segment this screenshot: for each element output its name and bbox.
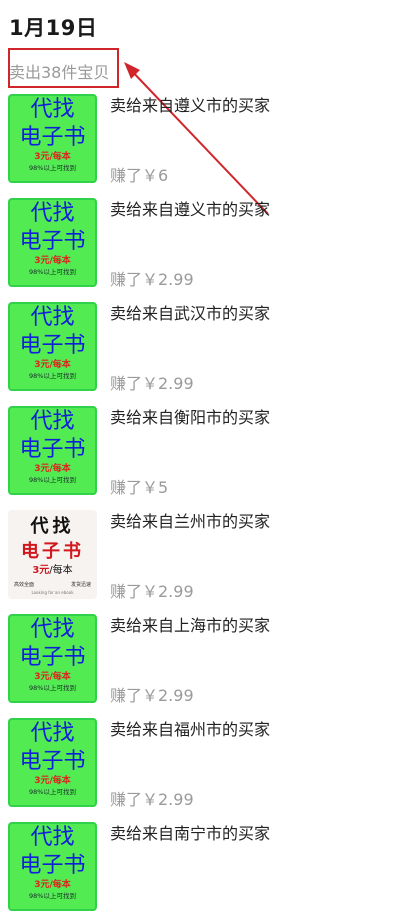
list-item[interactable]: 代找 电子书 3元/每本 98%以上可找到 卖给来自武汉市的买家 赚了￥2.99 <box>0 300 409 404</box>
product-thumbnail: 代找 电子书 3元/每本 98%以上可找到 <box>8 198 97 287</box>
list-item[interactable]: 代找 电子书 3元/每本 98%以上可找到 卖给来自上海市的买家 赚了￥2.99 <box>0 612 409 716</box>
list-item[interactable]: 代找 电子书 3元/每本 98%以上可找到 卖给来自衡阳市的买家 赚了￥5 <box>0 404 409 508</box>
earned-amount: 赚了￥5 <box>110 478 169 497</box>
buyer-location-title: 卖给来自遵义市的买家 <box>110 96 271 115</box>
buyer-location-title: 卖给来自南宁市的买家 <box>110 824 271 843</box>
earned-amount: 赚了￥6 <box>110 166 169 185</box>
sold-items-list: 代找 电子书 3元/每本 98%以上可找到 卖给来自遵义市的买家 赚了￥6 代找… <box>0 92 409 924</box>
list-item[interactable]: 代找 电子书 3元/每本 98%以上可找到 卖给来自福州市的买家 赚了￥2.99 <box>0 716 409 820</box>
list-item[interactable]: 代找 电子书 3元/每本 98%以上可找到 卖给来自南宁市的买家 <box>0 820 409 924</box>
date-header: 1月19日 <box>9 16 98 40</box>
product-thumbnail: 代找 电子书 3元/每本 98%以上可找到 <box>8 822 97 911</box>
list-item[interactable]: 代找 电子书 3元/每本 98%以上可找到 卖给来自遵义市的买家 赚了￥6 <box>0 92 409 196</box>
list-item[interactable]: 代找 电子书 3元/每本 高效全面 发货迅速 Looking for an ebo… <box>0 508 409 612</box>
buyer-location-title: 卖给来自福州市的买家 <box>110 720 271 739</box>
list-item[interactable]: 代找 电子书 3元/每本 98%以上可找到 卖给来自遵义市的买家 赚了￥2.99 <box>0 196 409 300</box>
earned-amount: 赚了￥2.99 <box>110 270 194 289</box>
buyer-location-title: 卖给来自遵义市的买家 <box>110 200 271 219</box>
earned-amount: 赚了￥2.99 <box>110 374 194 393</box>
earned-amount: 赚了￥2.99 <box>110 582 194 601</box>
buyer-location-title: 卖给来自武汉市的买家 <box>110 304 271 323</box>
product-thumbnail: 代找 电子书 3元/每本 98%以上可找到 <box>8 302 97 391</box>
product-thumbnail: 代找 电子书 3元/每本 98%以上可找到 <box>8 94 97 183</box>
buyer-location-title: 卖给来自上海市的买家 <box>110 616 271 635</box>
product-thumbnail: 代找 电子书 3元/每本 98%以上可找到 <box>8 406 97 495</box>
annotation-highlight-box <box>8 48 119 88</box>
buyer-location-title: 卖给来自兰州市的买家 <box>110 512 271 531</box>
product-thumbnail: 代找 电子书 3元/每本 高效全面 发货迅速 Looking for an ebo… <box>8 510 97 599</box>
buyer-location-title: 卖给来自衡阳市的买家 <box>110 408 271 427</box>
earned-amount: 赚了￥2.99 <box>110 686 194 705</box>
product-thumbnail: 代找 电子书 3元/每本 98%以上可找到 <box>8 614 97 703</box>
earned-amount: 赚了￥2.99 <box>110 790 194 809</box>
product-thumbnail: 代找 电子书 3元/每本 98%以上可找到 <box>8 718 97 807</box>
